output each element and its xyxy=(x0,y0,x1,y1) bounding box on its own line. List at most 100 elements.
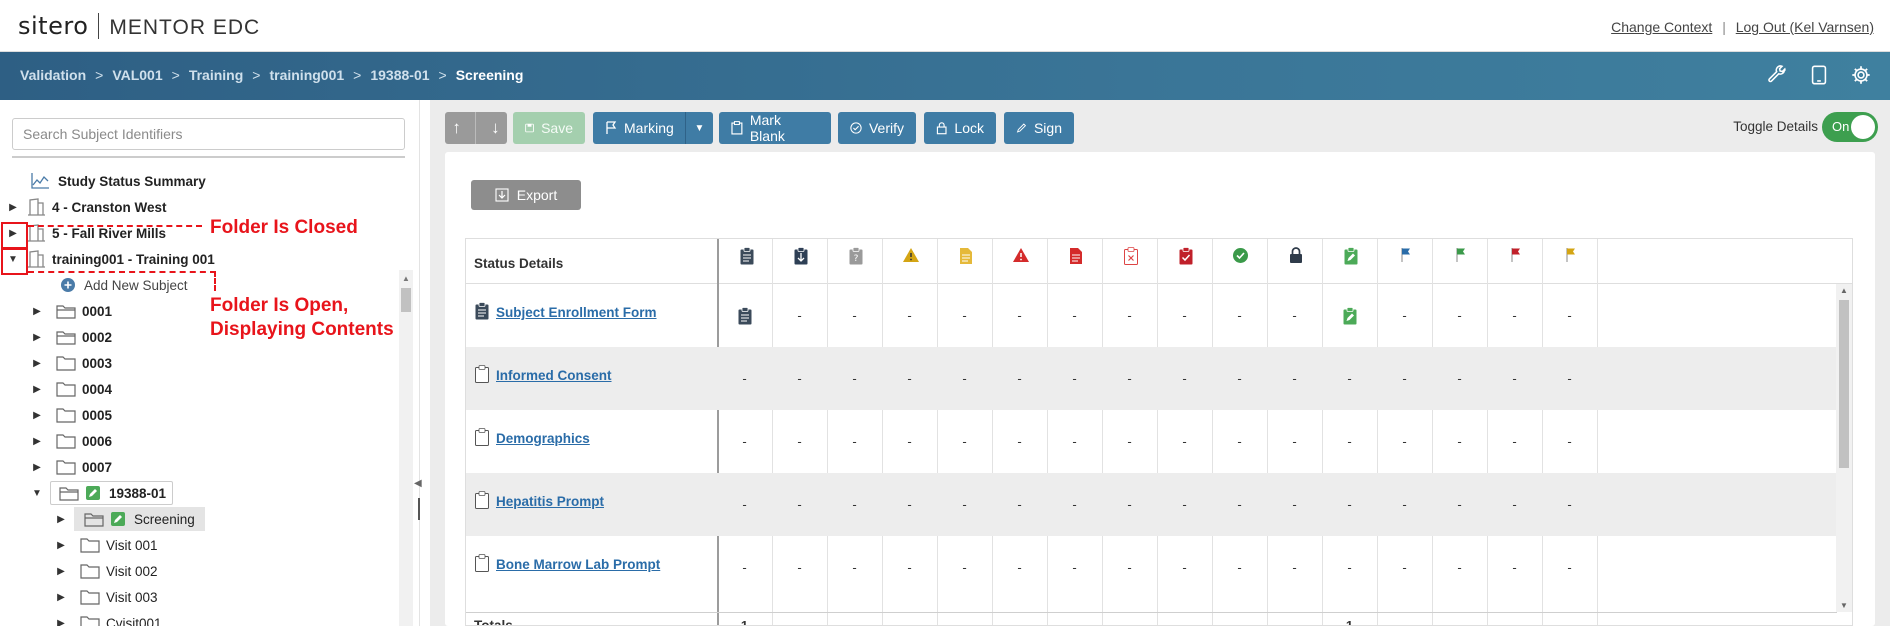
caret-right-icon[interactable]: ▶ xyxy=(56,592,66,603)
caret-right-icon[interactable]: ▶ xyxy=(56,514,66,525)
breadcrumb-separator: > xyxy=(95,67,104,83)
form-link[interactable]: Subject Enrollment Form xyxy=(496,305,657,320)
tree-item-site[interactable]: ▶ 4 - Cranston West xyxy=(8,194,167,220)
status-cell: - xyxy=(1127,434,1132,449)
download-clipboard-icon xyxy=(773,247,828,265)
warning-icon xyxy=(883,247,938,263)
breadcrumb-item[interactable]: Training xyxy=(189,67,243,83)
add-new-subject-button[interactable]: Add New Subject xyxy=(60,272,188,298)
tree-item-visit[interactable]: ▶ Cvisit001 xyxy=(56,610,162,626)
breadcrumb-separator: > xyxy=(353,67,362,83)
note-icon xyxy=(938,247,993,265)
status-cell: - xyxy=(1402,497,1407,512)
arrow-up-icon[interactable]: ↑ xyxy=(452,118,461,138)
status-cell: - xyxy=(1072,434,1077,449)
caret-right-icon[interactable]: ▶ xyxy=(32,436,42,447)
tree-item-subject[interactable]: ▶ 0005 xyxy=(32,402,112,428)
tree-item-visit[interactable]: ▶ Visit 001 xyxy=(56,532,158,558)
tree-item-subject[interactable]: ▶ 0003 xyxy=(32,350,112,376)
form-link[interactable]: Demographics xyxy=(496,431,590,446)
totals-label: Totals xyxy=(474,618,513,626)
mark-blank-button[interactable]: Mark Blank xyxy=(719,112,831,144)
folder-icon xyxy=(56,460,76,475)
export-label: Export xyxy=(516,187,558,203)
tree-item-label: Visit 003 xyxy=(106,589,158,605)
caret-right-icon[interactable]: ▶ xyxy=(32,332,42,343)
grid-scrollbar[interactable]: ▲ ▼ xyxy=(1836,284,1852,612)
tree-item-subject[interactable]: ▶ 0001 xyxy=(32,298,112,324)
caret-right-icon[interactable]: ▶ xyxy=(56,540,66,551)
annotation-line-open-down xyxy=(214,271,216,291)
lock-icon xyxy=(1268,247,1323,264)
tree-item-visit[interactable]: ▶ Visit 002 xyxy=(56,558,158,584)
tree-item-subject[interactable]: ▶ 0002 xyxy=(32,324,112,350)
export-button[interactable]: Export xyxy=(471,180,581,210)
breadcrumb-item[interactable]: Validation xyxy=(20,67,86,83)
tree-scrollbar[interactable]: ▲ xyxy=(399,270,413,626)
caret-right-icon[interactable]: ▶ xyxy=(32,306,42,317)
caret-right-icon[interactable]: ▶ xyxy=(8,202,18,213)
tree-item-site[interactable]: ▼ training001 - Training 001 xyxy=(8,246,215,272)
breadcrumb-separator: > xyxy=(171,67,180,83)
marking-button[interactable]: Marking ▼ xyxy=(593,112,713,144)
tree-item-study-status[interactable]: Study Status Summary xyxy=(30,168,206,194)
breadcrumb-item[interactable]: training001 xyxy=(269,67,344,83)
lock-button[interactable]: Lock xyxy=(924,112,996,144)
marking-dropdown-icon[interactable]: ▼ xyxy=(685,112,713,144)
caret-down-icon[interactable]: ▼ xyxy=(32,488,42,499)
panel-resize-handle[interactable] xyxy=(418,498,420,520)
sign-button[interactable]: Sign xyxy=(1004,112,1074,144)
tree-item-subject[interactable]: ▶ 0007 xyxy=(32,454,112,480)
save-button[interactable]: Save xyxy=(513,112,585,144)
scroll-up-icon[interactable]: ▲ xyxy=(402,274,410,283)
search-subject-input[interactable] xyxy=(12,118,405,150)
form-link[interactable]: Bone Marrow Lab Prompt xyxy=(496,557,660,572)
toggle-details-switch[interactable]: On xyxy=(1822,112,1878,142)
table-row: Hepatitis Prompt - - - - - - - - - - - - - - - - xyxy=(466,473,1837,536)
form-link[interactable]: Hepatitis Prompt xyxy=(496,494,604,509)
status-cell: - xyxy=(1182,371,1187,386)
tree-item-label: 0001 xyxy=(82,303,113,319)
logout-link[interactable]: Log Out (Kel Varnsen) xyxy=(1736,19,1874,35)
caret-right-icon[interactable]: ▶ xyxy=(56,618,66,626)
scroll-up-icon[interactable]: ▲ xyxy=(1840,286,1848,295)
caret-right-icon[interactable]: ▶ xyxy=(56,566,66,577)
sign-label: Sign xyxy=(1033,120,1062,136)
form-link[interactable]: Informed Consent xyxy=(496,368,612,383)
folder-icon xyxy=(56,434,76,449)
gear-icon[interactable] xyxy=(1850,64,1872,86)
totals-cell: 1 xyxy=(1345,618,1354,626)
change-context-link[interactable]: Change Context xyxy=(1611,19,1712,35)
caret-right-icon[interactable]: ▶ xyxy=(32,384,42,395)
annotation-line-closed xyxy=(28,225,202,227)
caret-right-icon[interactable]: ▶ xyxy=(32,358,42,369)
arrow-down-icon[interactable]: ↓ xyxy=(491,118,500,138)
tree-item-visit-selected[interactable]: ▶ Screening xyxy=(56,506,205,532)
save-icon xyxy=(525,123,534,133)
verify-button[interactable]: Verify xyxy=(838,112,916,144)
totals-cell: - xyxy=(1017,618,1022,626)
tree-item-subject-selected[interactable]: ▼ 19388-01 xyxy=(32,480,174,506)
breadcrumb-item[interactable]: 19388-01 xyxy=(370,67,429,83)
tree-item-subject[interactable]: ▶ 0004 xyxy=(32,376,112,402)
breadcrumb-item[interactable]: VAL001 xyxy=(112,67,162,83)
scroll-thumb[interactable] xyxy=(401,288,411,312)
toggle-knob xyxy=(1851,115,1875,139)
status-cell: - xyxy=(797,560,802,575)
selected-subject-box: 19388-01 xyxy=(50,481,174,505)
caret-right-icon[interactable]: ▶ xyxy=(32,462,42,473)
table-row: Subject Enrollment Form - - - - - - - - - - - - - - xyxy=(466,284,1837,347)
status-cell: - xyxy=(1072,560,1077,575)
tree-item-visit[interactable]: ▶ Visit 003 xyxy=(56,584,158,610)
scroll-thumb[interactable] xyxy=(1839,300,1849,468)
totals-cell: - xyxy=(907,618,912,626)
tablet-icon[interactable] xyxy=(1808,64,1830,86)
tree-item-subject[interactable]: ▶ 0006 xyxy=(32,428,112,454)
collapse-panel-icon[interactable]: ◀ xyxy=(414,478,422,489)
download-icon xyxy=(495,188,509,202)
status-cell: - xyxy=(742,371,747,386)
tree-item-site[interactable]: ▶ 5 - Fall River Mills xyxy=(8,220,166,246)
wrench-icon[interactable] xyxy=(1766,64,1788,86)
scroll-down-icon[interactable]: ▼ xyxy=(1840,601,1848,610)
caret-right-icon[interactable]: ▶ xyxy=(32,410,42,421)
